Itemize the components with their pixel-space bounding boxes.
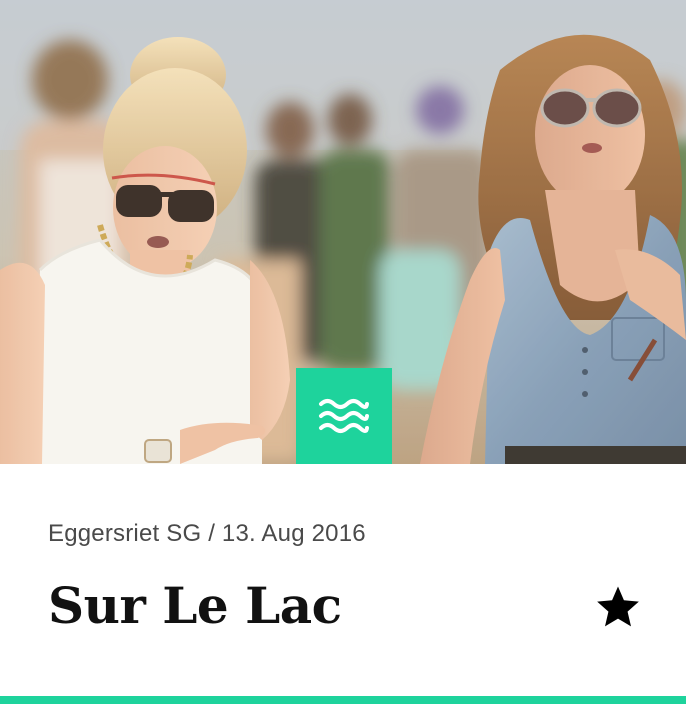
event-location-date: Eggersriet SG / 13. Aug 2016 — [48, 520, 366, 547]
event-card[interactable]: Eggersriet SG / 13. Aug 2016 Sur Le Lac — [0, 0, 686, 704]
event-title[interactable]: Sur Le Lac — [48, 578, 342, 634]
star-icon — [597, 586, 639, 627]
category-badge — [296, 368, 392, 464]
accent-bar — [0, 696, 686, 704]
waves-icon — [319, 399, 369, 433]
favorite-button[interactable] — [595, 585, 641, 629]
